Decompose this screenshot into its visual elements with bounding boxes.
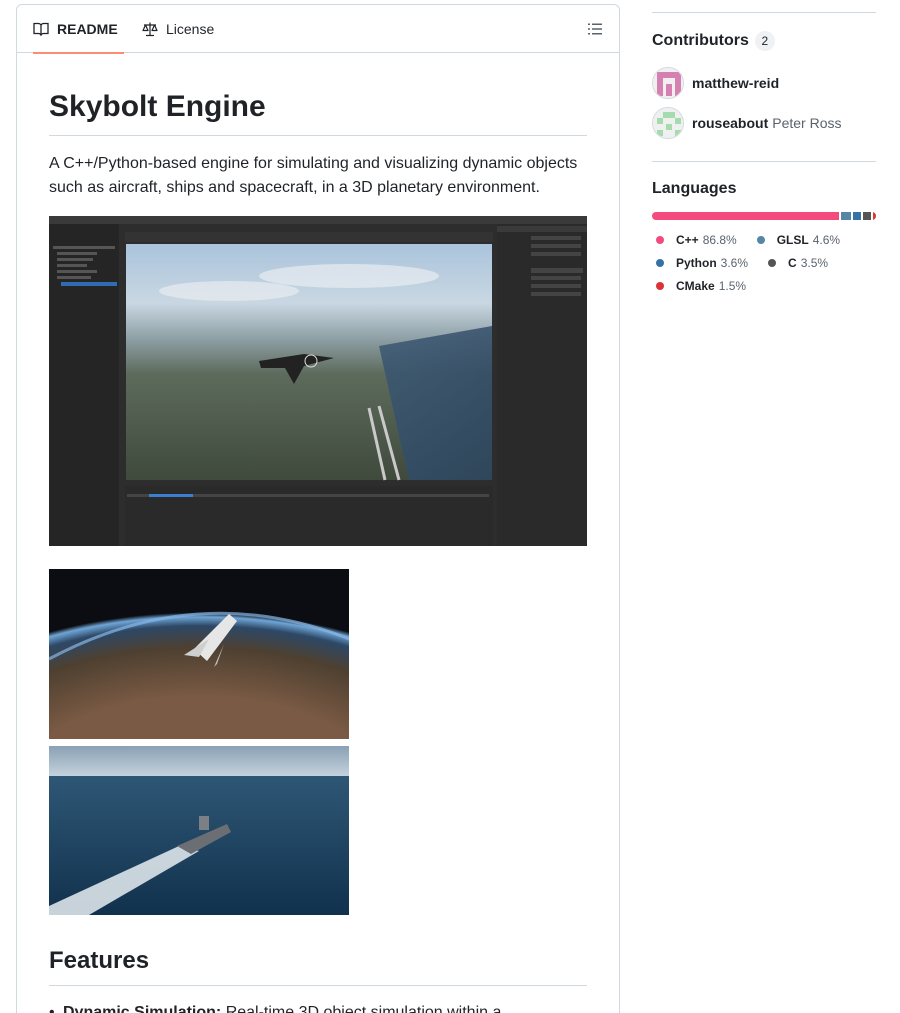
language-color-dot — [756, 235, 765, 244]
ship-at-sea-image[interactable] — [49, 746, 349, 915]
language-name: C++ — [676, 232, 699, 247]
skybolt-app-screenshot[interactable] — [49, 216, 587, 546]
tab-readme[interactable]: README — [33, 5, 124, 54]
repo-sidebar: Contributors 2 matthew-reid rouseabout P… — [652, 0, 876, 297]
language-item[interactable]: CMake 1.5% — [652, 274, 746, 297]
readme-title: Skybolt Engine — [49, 89, 587, 136]
app-screenshot-image — [49, 216, 587, 546]
language-item[interactable]: C++ 86.8% — [652, 228, 737, 251]
language-bar-segment — [652, 212, 840, 220]
language-color-dot — [768, 258, 777, 267]
contributor-item[interactable]: matthew-reid — [652, 67, 876, 99]
language-color-dot — [656, 258, 664, 267]
book-icon — [33, 22, 49, 37]
tab-license-label: License — [166, 21, 215, 37]
languages-section: Languages C++ 86.8% GLSL 4.6% Python 3.6% C 3.5… — [652, 180, 876, 297]
contributor-login[interactable]: matthew-reid — [692, 75, 779, 91]
space-shuttle-picture — [49, 569, 349, 739]
ship-at-sea-picture — [49, 746, 349, 915]
contributors-section: Contributors 2 matthew-reid rouseabout P… — [652, 31, 876, 139]
feature-item: Dynamic Simulation: Real-time 3D object … — [49, 1001, 502, 1013]
list-unordered-icon — [588, 23, 602, 35]
language-name: GLSL — [776, 232, 809, 247]
scale-icon — [142, 22, 158, 37]
language-color-dot — [656, 281, 664, 290]
language-name: CMake — [676, 278, 715, 293]
sidebar-divider — [652, 161, 876, 162]
language-bar-segment — [841, 212, 852, 220]
readme-tab-bar: README License — [17, 5, 619, 54]
languages-bar — [652, 212, 876, 220]
language-percent: 86.8% — [702, 232, 737, 247]
language-percent: 4.6% — [812, 232, 841, 247]
language-item[interactable]: C 3.5% — [764, 251, 828, 274]
feature-item-title: Dynamic Simulation: — [63, 1004, 222, 1013]
readme-content: Skybolt Engine A C++/Python-based engine… — [49, 53, 587, 1013]
language-bar-segment — [853, 212, 862, 220]
readme-panel: README License Skybolt Engine A C++/Pyth… — [16, 4, 620, 1013]
tab-readme-label: README — [57, 21, 118, 37]
language-percent: 3.6% — [720, 255, 749, 270]
contributors-count-badge: 2 — [754, 31, 775, 51]
readme-intro: A C++/Python-based engine for simulating… — [49, 155, 578, 196]
sidebar-divider — [652, 12, 876, 13]
space-shuttle-image[interactable] — [49, 569, 349, 739]
tab-license[interactable]: License — [142, 5, 214, 53]
language-name: C — [788, 255, 797, 270]
contributor-name: Peter Ross — [772, 115, 842, 131]
language-item[interactable]: GLSL 4.6% — [753, 228, 840, 251]
identicon-green — [653, 108, 683, 138]
feature-item-text: Real-time 3D object simulation within a — [221, 1004, 502, 1013]
languages-list: C++ 86.8% GLSL 4.6% Python 3.6% C 3.5% CMake 1.5% — [652, 228, 876, 297]
language-percent: 1.5% — [718, 278, 747, 293]
language-item[interactable]: Python 3.6% — [652, 251, 748, 274]
contributor-item[interactable]: rouseabout Peter Ross — [652, 107, 876, 139]
languages-heading: Languages — [652, 180, 737, 197]
language-percent: 3.5% — [800, 255, 829, 270]
contributors-heading[interactable]: Contributors 2 — [652, 31, 876, 51]
avatar[interactable] — [652, 67, 684, 99]
language-bar-segment — [872, 212, 876, 220]
language-bar-segment — [863, 212, 871, 220]
avatar[interactable] — [652, 107, 684, 139]
language-name: Python — [676, 255, 717, 270]
outline-button[interactable] — [587, 21, 603, 37]
language-color-dot — [656, 235, 664, 244]
features-heading: Features — [49, 946, 587, 986]
identicon-pink — [653, 68, 683, 98]
contributor-login[interactable]: rouseabout — [692, 115, 768, 131]
contributors-heading-label: Contributors — [652, 32, 749, 49]
